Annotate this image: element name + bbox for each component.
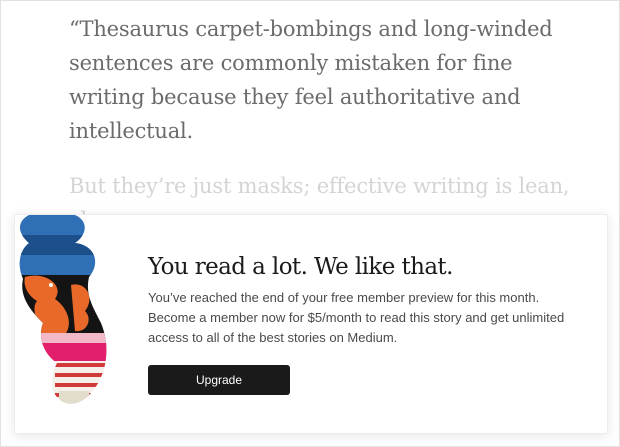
upgrade-button[interactable]: Upgrade bbox=[148, 365, 290, 395]
collage-illustration bbox=[19, 215, 107, 404]
paywall-headline: You read a lot. We like that. bbox=[148, 254, 453, 280]
paywall-card: You read a lot. We like that. You’ve rea… bbox=[14, 214, 608, 434]
article-paragraph: “Thesaurus carpet-bombings and long-wind… bbox=[69, 17, 553, 143]
article-body: “Thesaurus carpet-bombings and long-wind… bbox=[69, 12, 589, 237]
paywall-description: You’ve reached the end of your free memb… bbox=[148, 290, 565, 345]
page-frame: “Thesaurus carpet-bombings and long-wind… bbox=[0, 0, 620, 447]
